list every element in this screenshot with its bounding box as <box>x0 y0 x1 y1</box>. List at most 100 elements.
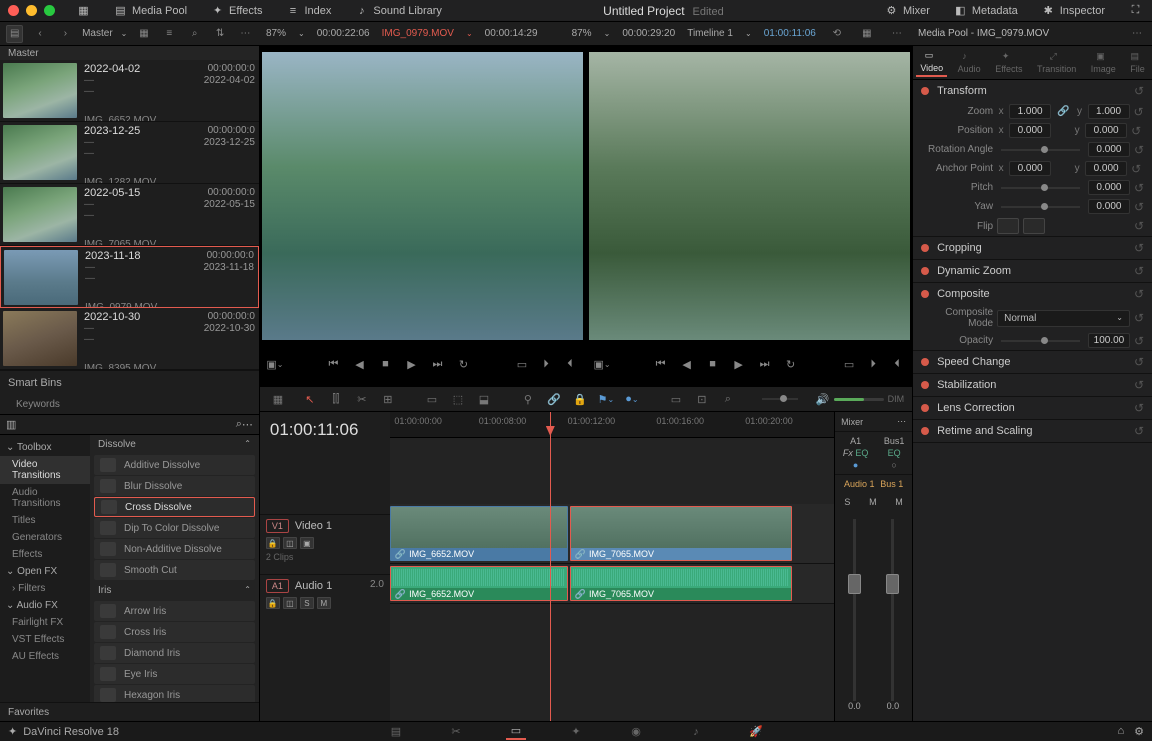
replace-tool[interactable]: ⬚ <box>448 389 468 409</box>
rec-stop[interactable]: ■ <box>704 355 722 373</box>
rec-prev-frame[interactable]: ◀ <box>678 355 696 373</box>
reset-icon[interactable]: ↺ <box>1134 241 1144 255</box>
yaw-slider[interactable] <box>1001 206 1080 208</box>
ch-mute[interactable]: M <box>869 497 877 507</box>
timeline-timecode[interactable]: 01:00:11:06 <box>260 412 390 448</box>
rec-play[interactable]: ▶ <box>730 355 748 373</box>
fx-cat-iris[interactable]: Iris⌃ <box>90 581 259 600</box>
composite-mode-dropdown[interactable]: Normal⌄ <box>997 310 1130 327</box>
bin-view-button[interactable]: ▤ <box>6 25 23 43</box>
fx-item[interactable]: Hexagon Iris <box>94 685 255 702</box>
bin-master[interactable]: Master <box>0 46 259 60</box>
audiofx-header[interactable]: ⌄ Audio FX <box>0 597 90 614</box>
src-go-prev[interactable]: ⏴ <box>561 355 579 373</box>
ch-solo[interactable]: S <box>844 497 850 507</box>
reset-icon[interactable]: ↺ <box>1134 424 1144 438</box>
insp-tab-effects[interactable]: ✦Effects <box>991 49 1026 76</box>
reset-icon[interactable]: ↺ <box>1134 200 1144 214</box>
pitch-slider[interactable] <box>1001 187 1080 189</box>
thumb-view-button[interactable]: ▦ <box>135 25 152 43</box>
fx-item[interactable]: Cross Dissolve <box>94 497 255 517</box>
src-match-frame[interactable]: ▣ ⌄ <box>266 355 284 373</box>
minimize-window[interactable] <box>26 5 37 16</box>
page-fusion[interactable]: ✦ <box>566 724 586 740</box>
zoom-in-button[interactable]: ⌕ <box>718 389 738 409</box>
pos-x-input[interactable]: 0.000 <box>1009 123 1051 138</box>
src-go-next[interactable]: ⏵ <box>537 355 555 373</box>
media-pool-tab[interactable]: ▤Media Pool <box>104 1 197 20</box>
src-last-frame[interactable]: ⏭ <box>428 355 446 373</box>
more-button[interactable]: ⋯ <box>237 25 254 43</box>
section-lens[interactable]: Lens Correction↺ <box>913 397 1152 419</box>
link-button[interactable]: 🔗 <box>544 389 564 409</box>
mixer-more-button[interactable]: ⋯ <box>897 416 906 427</box>
rec-in-out[interactable]: ▭ <box>840 355 858 373</box>
timeline-body[interactable]: 01:00:00:00 01:00:08:00 01:00:12:00 01:0… <box>390 412 834 722</box>
reset-icon[interactable]: ↺ <box>1134 378 1144 392</box>
fx-item[interactable]: Blur Dissolve <box>94 476 255 496</box>
home-button[interactable]: ⌂ <box>1117 725 1124 738</box>
insp-tab-audio[interactable]: ♪Audio <box>954 49 985 76</box>
pitch-input[interactable]: 0.000 <box>1088 180 1130 195</box>
fx-au[interactable]: AU Effects <box>0 648 90 665</box>
page-color[interactable]: ◉ <box>626 724 646 740</box>
src-pct[interactable]: 87% <box>266 28 286 39</box>
lock-button[interactable]: 🔒 <box>570 389 590 409</box>
src-clip-name[interactable]: IMG_0979.MOV <box>382 28 454 39</box>
clip-item[interactable]: 2023-12-2500:00:00:0 —2023-12-25 — IMG_1… <box>0 122 259 184</box>
flag-button[interactable]: ⚑ ⌄ <box>596 389 616 409</box>
fader-bus1[interactable]: 0.0 <box>880 519 906 711</box>
fx-fairlight[interactable]: Fairlight FX <box>0 614 90 631</box>
fader-a1[interactable]: 0.0 <box>841 519 867 711</box>
expand-button[interactable]: ⛶ <box>1119 1 1152 20</box>
fx-effects[interactable]: Effects <box>0 546 90 563</box>
insert-tool[interactable]: ⊞ <box>378 389 398 409</box>
source-viewer[interactable] <box>262 52 583 340</box>
audio-clip-2[interactable]: 🔗IMG_7065.MOV <box>570 566 792 601</box>
rec-first-frame[interactable]: ⏮ <box>652 355 670 373</box>
audio-track[interactable]: 🔗IMG_6652.MOV 🔗IMG_7065.MOV <box>390 564 834 604</box>
disable-icon[interactable]: ▣ <box>300 537 314 549</box>
snap-button[interactable]: ⚲ <box>518 389 538 409</box>
video-track[interactable]: 🔗IMG_6652.MOV 🔗IMG_7065.MOV <box>390 504 834 564</box>
audio-clip-1[interactable]: 🔗IMG_6652.MOV <box>390 566 568 601</box>
layout-button[interactable]: ▦ <box>67 1 100 20</box>
toolbox-header[interactable]: ⌄ Toolbox <box>0 439 90 456</box>
pointer-tool[interactable]: ↖ <box>300 389 320 409</box>
close-window[interactable] <box>8 5 19 16</box>
fx-generators[interactable]: Generators <box>0 529 90 546</box>
fx-item[interactable]: Diamond Iris <box>94 643 255 663</box>
zoom-x-input[interactable]: 1.000 <box>1009 104 1051 119</box>
zoom-fit-button[interactable]: ⊡ <box>692 389 712 409</box>
page-fairlight[interactable]: ♪ <box>686 724 706 740</box>
rec-pct[interactable]: 87% <box>572 28 592 39</box>
fx-item[interactable]: Additive Dissolve <box>94 455 255 475</box>
src-first-frame[interactable]: ⏮ <box>324 355 342 373</box>
clip-item[interactable]: 2023-11-1800:00:00:0 —2023-11-18 — IMG_0… <box>0 246 259 308</box>
section-speed[interactable]: Speed Change↺ <box>913 351 1152 373</box>
rec-go-next[interactable]: ⏵ <box>864 355 882 373</box>
src-prev-frame[interactable]: ◀ <box>350 355 368 373</box>
rotation-slider[interactable] <box>1001 149 1080 151</box>
fx-audio-transitions[interactable]: Audio Transitions <box>0 484 90 512</box>
fx-titles[interactable]: Titles <box>0 512 90 529</box>
page-cut[interactable]: ✂ <box>446 724 466 740</box>
smart-bins-header[interactable]: Smart Bins <box>0 370 259 395</box>
timeline-more-button[interactable]: ⋯ <box>888 25 906 43</box>
fx-item[interactable]: Non-Additive Dissolve <box>94 539 255 559</box>
fx-layout-button[interactable]: ▥ <box>6 418 16 431</box>
inspector-more-button[interactable]: ⋯ <box>1128 25 1146 43</box>
sound-library-tab[interactable]: ♪Sound Library <box>345 1 452 20</box>
reset-icon[interactable]: ↺ <box>1131 124 1141 138</box>
sync-button[interactable]: ⟲ <box>828 25 846 43</box>
src-in-out[interactable]: ▭ <box>513 355 531 373</box>
solo-icon[interactable]: S <box>300 597 314 609</box>
metadata-tab[interactable]: ◧Metadata <box>944 1 1028 20</box>
section-cropping[interactable]: Cropping↺ <box>913 237 1152 259</box>
reset-icon[interactable]: ↺ <box>1134 311 1144 325</box>
rec-next[interactable]: ⏭ <box>756 355 774 373</box>
section-retime[interactable]: Retime and Scaling↺ <box>913 420 1152 442</box>
reset-icon[interactable]: ↺ <box>1134 105 1144 119</box>
video-track-header[interactable]: V1Video 1 🔒◫▣ 2 Clips <box>260 514 390 574</box>
section-stabilization[interactable]: Stabilization↺ <box>913 374 1152 396</box>
